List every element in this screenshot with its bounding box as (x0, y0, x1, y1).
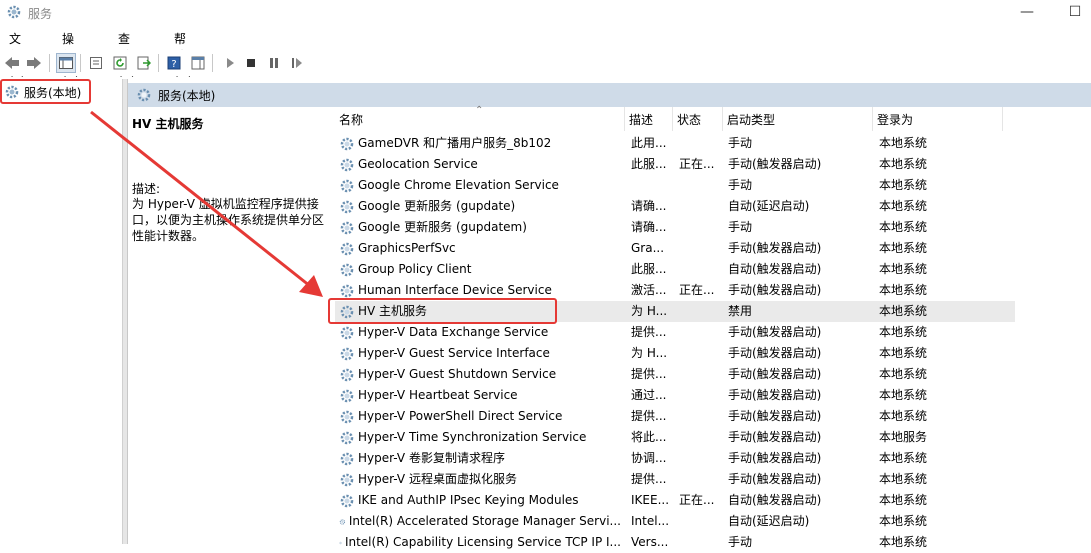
annotation-arrow (90, 110, 323, 297)
